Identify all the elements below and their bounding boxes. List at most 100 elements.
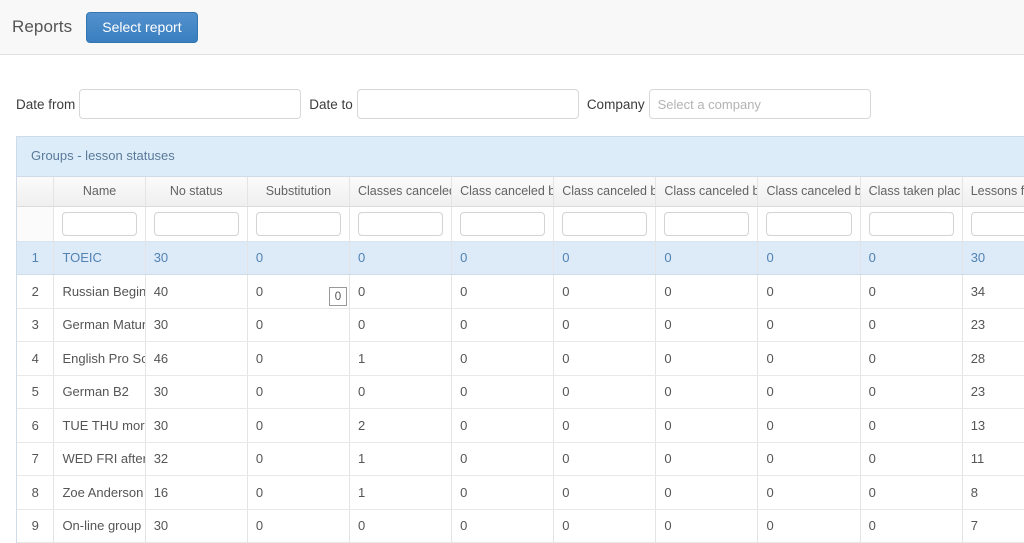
row-value-cell: 0 — [349, 509, 453, 543]
table-row[interactable]: 6TUE THU mornin3002000001317 — [17, 408, 1024, 443]
column-header[interactable]: Class canceled b — [553, 177, 657, 207]
column-header[interactable]: No status — [145, 177, 248, 207]
column-header-index[interactable] — [17, 177, 55, 207]
column-filter-input[interactable] — [868, 211, 954, 236]
column-filter-input[interactable] — [153, 211, 239, 236]
row-value-cell: 0 — [553, 475, 657, 510]
grid-caption: Groups - lesson statuses — [17, 137, 1024, 177]
top-bar: Reports Select report — [0, 0, 1024, 55]
row-value-cell: 0 — [247, 308, 350, 342]
column-header[interactable]: Class canceled b — [757, 177, 861, 207]
table-row[interactable]: 2Russian Beginner400000000346 — [17, 274, 1024, 309]
filter-bar: Date from Date to Company — [0, 55, 1024, 131]
row-value-cell: 0 — [553, 274, 657, 309]
row-value-cell: 0 — [655, 375, 759, 409]
row-name-cell: German B2 — [53, 375, 146, 409]
filter-row-body — [17, 206, 1024, 242]
row-value-cell: 1 — [349, 341, 453, 376]
row-value-cell: 0 — [655, 341, 759, 376]
row-index-cell: 1 — [17, 241, 55, 275]
row-index-cell: 9 — [17, 509, 55, 543]
table-row[interactable]: 5German B2300000000237 — [17, 375, 1024, 409]
row-value-cell: 8 — [962, 475, 1024, 510]
row-value-cell: 0 — [860, 308, 963, 342]
row-value-cell: 0 — [247, 475, 350, 510]
row-value-cell: 2 — [349, 408, 453, 443]
column-header[interactable]: Name — [53, 177, 146, 207]
row-value-cell: 0 — [757, 442, 861, 476]
row-value-cell: 0 — [860, 341, 963, 376]
row-value-cell: 23 — [962, 308, 1024, 342]
table-row[interactable]: 1TOEIC300000000300 — [17, 241, 1024, 275]
column-filter-input[interactable] — [970, 211, 1024, 236]
row-name-cell: German Matura — [53, 308, 146, 342]
row-index-cell: 7 — [17, 442, 55, 476]
row-value-cell: 0 — [451, 475, 555, 510]
row-value-cell: 0 — [655, 509, 759, 543]
column-filter-input[interactable] — [766, 211, 852, 236]
column-filter-input[interactable] — [62, 211, 137, 236]
table-row[interactable]: 7WED FRI afternoo3201000001121 — [17, 442, 1024, 476]
date-from-input[interactable] — [79, 89, 302, 119]
column-filter-input[interactable] — [255, 211, 341, 236]
column-header[interactable]: Substitution — [247, 177, 350, 207]
row-value-cell: 0 — [451, 274, 555, 309]
column-header[interactable]: Class canceled b — [451, 177, 555, 207]
row-value-cell: 0 — [655, 274, 759, 309]
column-filter-index-cell — [17, 206, 55, 242]
row-value-cell: 0 — [553, 408, 657, 443]
header-row: Name No status Substitution Classes cancele… — [17, 177, 1024, 207]
column-filter-cell — [451, 206, 555, 242]
date-from-label: Date from — [16, 96, 76, 112]
row-value-cell: 0 — [860, 375, 963, 409]
column-header[interactable]: Class canceled b — [655, 177, 759, 207]
row-value-cell: 0 — [451, 341, 555, 376]
row-value-cell: 0 — [451, 241, 555, 275]
table-row[interactable]: 4English Pro Scho4601000002818 — [17, 341, 1024, 376]
row-value-cell: 0 — [757, 509, 861, 543]
row-value-cell: 0 — [655, 308, 759, 342]
column-filter-input[interactable] — [357, 211, 444, 236]
row-value-cell: 0 — [247, 341, 350, 376]
row-value-cell: 1 — [349, 475, 453, 510]
row-value-cell: 0 — [757, 308, 861, 342]
row-value-cell: 0 — [757, 408, 861, 443]
row-name-cell: Zoe Anderson — [53, 475, 146, 510]
table-row[interactable]: 9On-line group 1300000000723 — [17, 509, 1024, 543]
row-name-cell: Russian Beginner — [53, 274, 146, 309]
row-name-cell: TOEIC — [53, 241, 146, 275]
table-head: Name No status Substitution Classes cancele… — [17, 177, 1024, 207]
select-report-button[interactable]: Select report — [86, 11, 198, 43]
row-value-cell: 30 — [145, 308, 248, 342]
column-header[interactable]: Lessons finished — [962, 177, 1024, 207]
row-value-cell: 0 — [247, 408, 350, 443]
column-filter-cell — [757, 206, 861, 242]
row-value-cell: 0 — [349, 274, 453, 309]
row-value-cell: 0 — [553, 442, 657, 476]
row-value-cell: 0 — [553, 241, 657, 275]
row-value-cell: 0 — [349, 241, 453, 275]
row-value-cell: 0 — [757, 241, 861, 275]
column-header[interactable]: Classes canceled — [349, 177, 453, 207]
column-filter-input[interactable] — [562, 211, 648, 236]
column-filter-cell — [53, 206, 146, 242]
table-row[interactable]: 8Zoe Anderson16010000088 — [17, 475, 1024, 510]
date-to-input[interactable] — [356, 89, 579, 119]
row-value-cell: 28 — [962, 341, 1024, 376]
column-filter-cell — [860, 206, 963, 242]
row-value-cell: 7 — [962, 509, 1024, 543]
column-filter-cell — [145, 206, 248, 242]
row-index-cell: 5 — [17, 375, 55, 409]
row-value-cell: 0 — [655, 241, 759, 275]
table-row[interactable]: 3German Matura300000000237 — [17, 308, 1024, 342]
row-value-cell: 0 — [757, 274, 861, 309]
row-value-cell: 0 — [860, 241, 963, 275]
column-header[interactable]: Class taken plac — [860, 177, 963, 207]
column-filter-input[interactable] — [460, 211, 546, 236]
row-name-cell: WED FRI afternoo — [53, 442, 146, 476]
column-filter-input[interactable] — [664, 211, 750, 236]
row-value-cell: 0 — [247, 241, 350, 275]
row-name-cell: English Pro Scho — [53, 341, 146, 376]
company-select-input[interactable] — [648, 89, 871, 119]
row-value-cell: 0 — [451, 442, 555, 476]
